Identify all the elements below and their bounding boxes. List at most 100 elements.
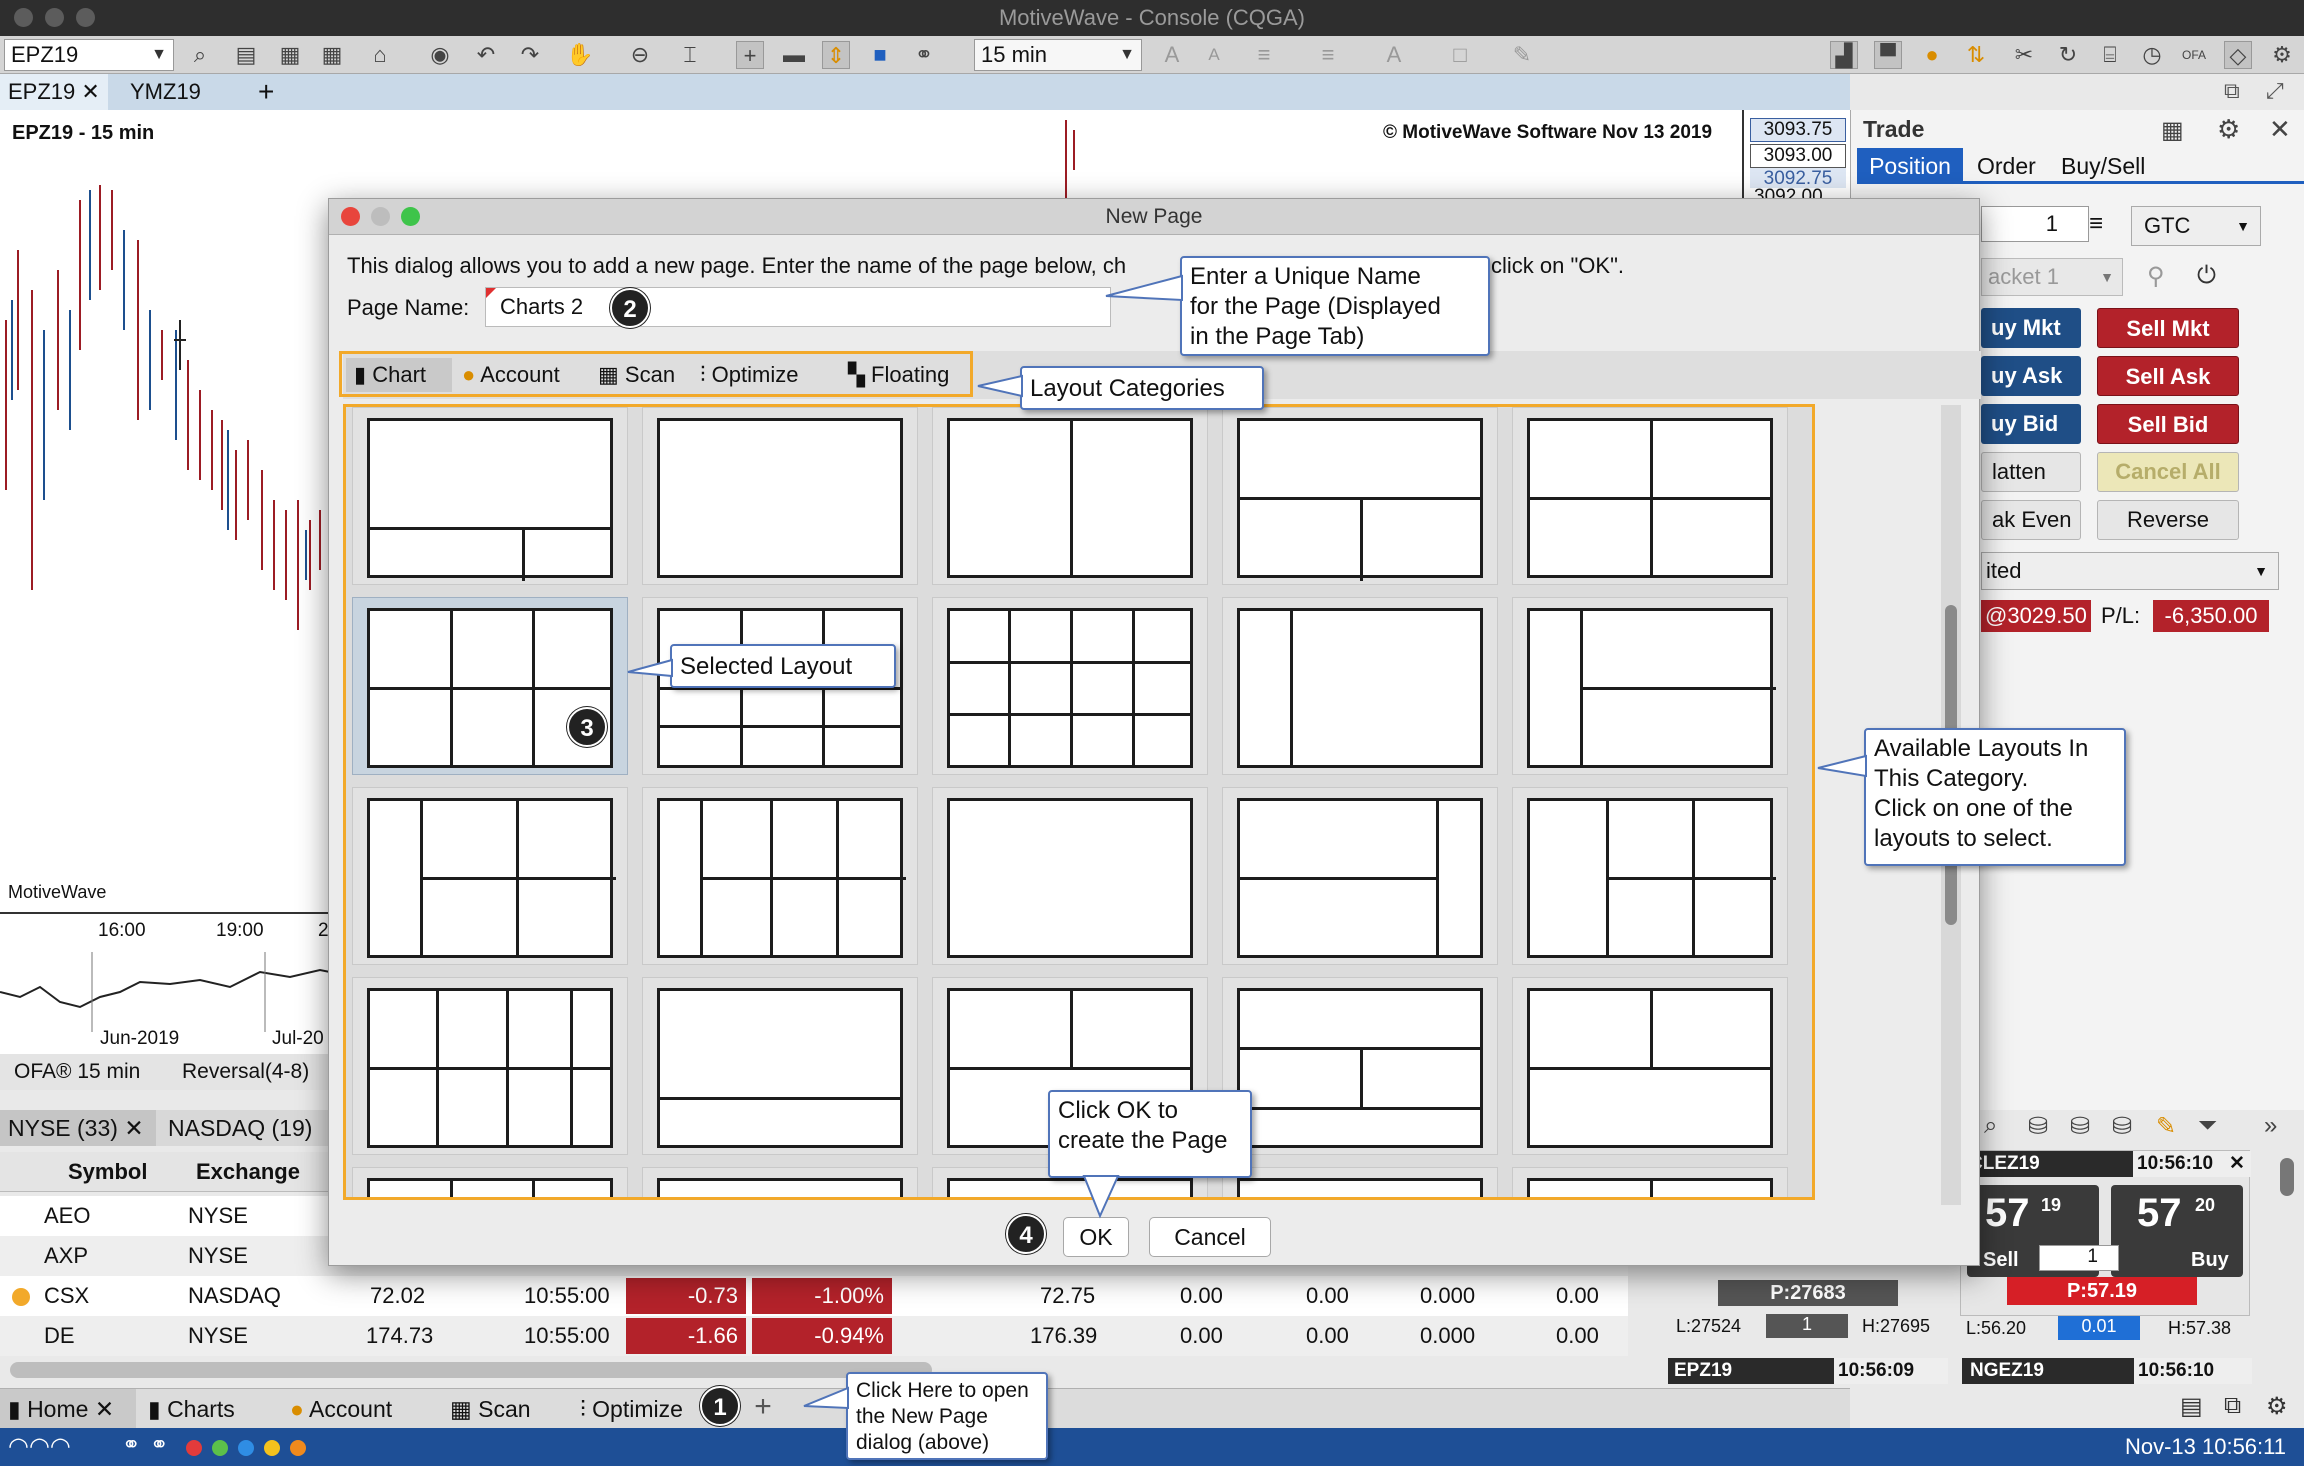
expand-icon[interactable]: ⤢ — [2266, 78, 2284, 104]
reverse-button[interactable]: Reverse — [2097, 500, 2239, 540]
zoom-out-icon[interactable]: ⊖ — [626, 41, 654, 69]
layout-option[interactable] — [642, 787, 918, 965]
add-page-button[interactable]: + — [748, 1392, 778, 1423]
buy-quote-button[interactable]: 57 20 Buy — [2111, 1185, 2243, 1277]
tab-scan[interactable]: ▦ Scan — [450, 1389, 531, 1429]
category-scan[interactable]: ▦ Scan — [598, 358, 675, 392]
tab-account[interactable]: ● Account — [290, 1389, 392, 1429]
study-label[interactable]: Reversal(4-8) — [182, 1054, 309, 1090]
layout-option[interactable] — [1222, 977, 1498, 1155]
power-icon[interactable]: ⏻ — [2197, 262, 2216, 290]
layout-option[interactable] — [642, 1167, 918, 1197]
table-row[interactable]: DE NYSE 174.73 10:55:00 -1.66 -0.94% 176… — [0, 1316, 1628, 1356]
overview-chart[interactable] — [0, 952, 330, 1032]
cursor-icon[interactable]: ⌶ — [676, 41, 704, 69]
attach-icon[interactable]: ⚲ — [2147, 262, 2165, 291]
redo-icon[interactable]: ↷ — [516, 41, 544, 69]
gear-icon[interactable]: ⚙ — [2217, 114, 2240, 145]
category-chart[interactable]: ▮ Chart — [346, 358, 452, 392]
timeframe-combo[interactable]: 15 min ▼ — [974, 39, 1142, 71]
layout-option[interactable] — [1512, 1167, 1788, 1197]
layout-option-selected[interactable] — [352, 597, 628, 775]
layout-option[interactable] — [352, 787, 628, 965]
study-label[interactable]: OFA® 15 min — [14, 1054, 140, 1090]
bracket-select[interactable]: acket 1 ▼ — [1981, 258, 2123, 296]
filter-icon[interactable]: ⏷ — [2198, 1112, 2217, 1140]
vertical-scrollbar[interactable] — [2280, 1158, 2294, 1196]
layout-icon[interactable]: ▤ — [2180, 1392, 2203, 1421]
close-icon[interactable]: ✕ — [2269, 114, 2291, 145]
search-icon[interactable]: ⌕ — [1984, 1112, 1997, 1140]
database-icon[interactable]: ⛁ — [2028, 1112, 2048, 1141]
new-file-icon[interactable]: ▤ — [232, 41, 260, 69]
pencil-icon[interactable]: ✎ — [2156, 1112, 2176, 1141]
layout-option[interactable] — [1222, 787, 1498, 965]
close-window-icon[interactable] — [341, 207, 360, 226]
price-axis[interactable]: 3093.75 3093.00 3092.75 3092.00 — [1742, 110, 1850, 207]
tab-order[interactable]: Order — [1977, 148, 2036, 184]
layout-option[interactable] — [352, 1167, 628, 1197]
clock-icon[interactable]: ◷ — [2138, 41, 2166, 69]
minimize-window-icon[interactable] — [371, 207, 390, 226]
layout-option[interactable] — [352, 407, 628, 585]
layout-option[interactable] — [1222, 1167, 1498, 1197]
save-all-icon[interactable]: ▦ — [318, 41, 346, 69]
fill-color-icon[interactable]: □ — [1446, 41, 1474, 69]
price-marker-icon[interactable]: ⇕ — [822, 41, 850, 69]
flatten-button[interactable]: latten — [1981, 452, 2081, 492]
column-header[interactable]: Symbol — [68, 1152, 147, 1192]
buy-bid-button[interactable]: uy Bid — [1981, 404, 2081, 444]
tag-icon[interactable]: ◇ — [2224, 41, 2252, 69]
sell-bid-button[interactable]: Sell Bid — [2097, 404, 2239, 444]
minimize-window-icon[interactable] — [45, 8, 64, 27]
layout-option[interactable] — [1512, 597, 1788, 775]
add-tab-icon[interactable]: + — [250, 74, 282, 110]
font-decrease-icon[interactable]: A — [1200, 41, 1228, 69]
zoom-window-icon[interactable] — [76, 8, 95, 27]
tools-icon[interactable]: ✂ — [2010, 41, 2038, 69]
copy-icon[interactable]: ⧉ — [2224, 1392, 2241, 1420]
cancel-button[interactable]: Cancel — [1149, 1217, 1271, 1257]
category-account[interactable]: ● Account — [462, 358, 560, 392]
quantity-stepper[interactable]: 1 — [1981, 206, 2089, 242]
restore-icon[interactable]: ⧉ — [2224, 78, 2240, 104]
layout-option[interactable] — [1512, 407, 1788, 585]
grid-menu-icon[interactable]: ▦ — [2161, 116, 2184, 145]
gear-icon[interactable]: ⚙ — [2266, 1392, 2288, 1421]
buy-market-button[interactable]: uy Mkt — [1981, 308, 2081, 348]
break-even-button[interactable]: ak Even — [1981, 500, 2081, 540]
layout-option[interactable] — [1222, 597, 1498, 775]
font-increase-icon[interactable]: A — [1158, 41, 1186, 69]
text-color-icon[interactable]: A — [1380, 41, 1408, 69]
database-icon[interactable]: ⛁ — [2112, 1112, 2132, 1141]
open-folder-icon[interactable]: ⌂ — [366, 41, 394, 69]
zoom-window-icon[interactable] — [401, 207, 420, 226]
layout-option[interactable] — [932, 787, 1208, 965]
close-icon[interactable]: ✕ — [95, 1396, 114, 1422]
layout-option[interactable] — [642, 407, 918, 585]
tab-nasdaq[interactable]: NASDAQ (19) — [168, 1110, 312, 1146]
layout-option[interactable] — [1512, 787, 1788, 965]
layout-option[interactable] — [1222, 407, 1498, 585]
panel-icon[interactable]: ▀ — [1874, 41, 1902, 69]
layout-option[interactable] — [1512, 977, 1788, 1155]
menu-icon[interactable]: ≡ — [2089, 210, 2103, 238]
close-icon[interactable]: ✕ — [81, 79, 99, 104]
camera-icon[interactable]: ◉ — [426, 41, 454, 69]
database-icon[interactable]: ⛁ — [2070, 1112, 2090, 1141]
tab-charts[interactable]: ▮ Charts — [148, 1389, 235, 1429]
layout-option[interactable] — [932, 597, 1208, 775]
page-name-input[interactable]: Charts 2 — [485, 287, 1111, 327]
symbol-combo[interactable]: EPZ19 ▼ — [4, 39, 174, 71]
horizontal-scrollbar[interactable] — [10, 1362, 932, 1378]
tab-ymz19[interactable]: YMZ19 — [122, 74, 209, 110]
tab-position[interactable]: Position — [1857, 148, 1963, 184]
ok-button[interactable]: OK — [1063, 1217, 1129, 1257]
close-window-icon[interactable] — [14, 8, 33, 27]
sell-ask-button[interactable]: Sell Ask — [2097, 356, 2239, 396]
tab-optimize[interactable]: ⫶ Optimize — [580, 1389, 710, 1429]
pen-color-icon[interactable]: ✎ — [1508, 41, 1536, 69]
close-icon[interactable]: ✕ — [2229, 1151, 2245, 1177]
save-icon[interactable]: ▦ — [276, 41, 304, 69]
layout-option[interactable] — [932, 407, 1208, 585]
